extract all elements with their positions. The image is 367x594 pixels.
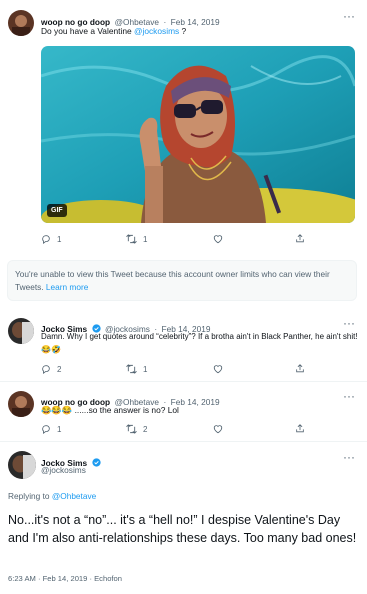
share-icon [296, 424, 304, 433]
divider [0, 441, 367, 442]
tweet-text: 😂😂😂 ......so the answer is no? Lol [41, 405, 179, 415]
retweet-count: 1 [143, 364, 148, 374]
share-icon [296, 234, 304, 243]
heart-icon [213, 365, 223, 374]
replying-to: Replying to @Ohbetave [8, 491, 97, 501]
avatar-jocko[interactable] [8, 451, 36, 479]
retweet-icon [126, 424, 137, 434]
share-button[interactable] [295, 363, 305, 374]
more-options-icon[interactable]: ··· [343, 390, 355, 402]
reply-count: 1 [57, 424, 62, 434]
retweet-icon [126, 234, 137, 244]
divider [0, 381, 367, 382]
more-options-icon[interactable]: ··· [343, 317, 355, 329]
avatar-image [8, 318, 34, 344]
like-button[interactable] [213, 234, 223, 244]
more-options-icon[interactable]: ··· [343, 451, 355, 463]
handle[interactable]: @jockosims [41, 465, 86, 475]
reply-icon [42, 365, 50, 374]
avatar-image [8, 451, 36, 479]
avatar-woop[interactable] [8, 391, 34, 417]
gif-media[interactable]: GIF [41, 46, 355, 223]
share-button[interactable] [295, 423, 305, 434]
retweet-icon [126, 364, 137, 374]
more-options-icon[interactable]: ··· [343, 10, 355, 22]
verified-badge-icon [91, 458, 101, 467]
retweet-button[interactable]: 1 [126, 234, 147, 244]
reply-button[interactable]: 1 [41, 234, 61, 244]
reply-count: 1 [57, 234, 62, 244]
tweet-timestamp[interactable]: 6:23 AM · Feb 14, 2019 · Echofon [8, 574, 122, 583]
gif-badge: GIF [47, 204, 67, 217]
unavailable-tweet-notice: You're unable to view this Tweet because… [7, 260, 357, 301]
like-button[interactable] [213, 424, 223, 434]
gif-image [41, 46, 355, 223]
reply-button[interactable]: 1 [41, 424, 61, 434]
learn-more-link[interactable]: Learn more [46, 282, 88, 292]
avatar-woop[interactable] [8, 10, 34, 36]
replying-to-link[interactable]: @Ohbetave [52, 491, 96, 501]
share-icon [296, 364, 304, 373]
avatar-image [8, 10, 34, 36]
reply-count: 2 [57, 364, 62, 374]
mention-link[interactable]: @jockosims [134, 26, 179, 36]
retweet-button[interactable]: 1 [126, 364, 147, 374]
heart-icon [213, 235, 223, 244]
reply-icon [42, 425, 50, 434]
tweet-text: Damn. Why I get quotes around “celebrity… [41, 332, 358, 354]
retweet-button[interactable]: 2 [126, 424, 147, 434]
avatar-image [8, 391, 34, 417]
reply-icon [42, 235, 50, 244]
share-button[interactable] [295, 233, 305, 244]
main-tweet-text: No...it's not a “no”... it's a “hell no!… [8, 513, 357, 545]
tweet-text: Do you have a Valentine @jockosims ? [41, 26, 187, 36]
avatar-jocko[interactable] [8, 318, 34, 344]
retweet-count: 2 [143, 424, 148, 434]
retweet-count: 1 [143, 234, 148, 244]
heart-icon [213, 425, 223, 434]
like-button[interactable] [213, 364, 223, 374]
reply-button[interactable]: 2 [41, 364, 61, 374]
